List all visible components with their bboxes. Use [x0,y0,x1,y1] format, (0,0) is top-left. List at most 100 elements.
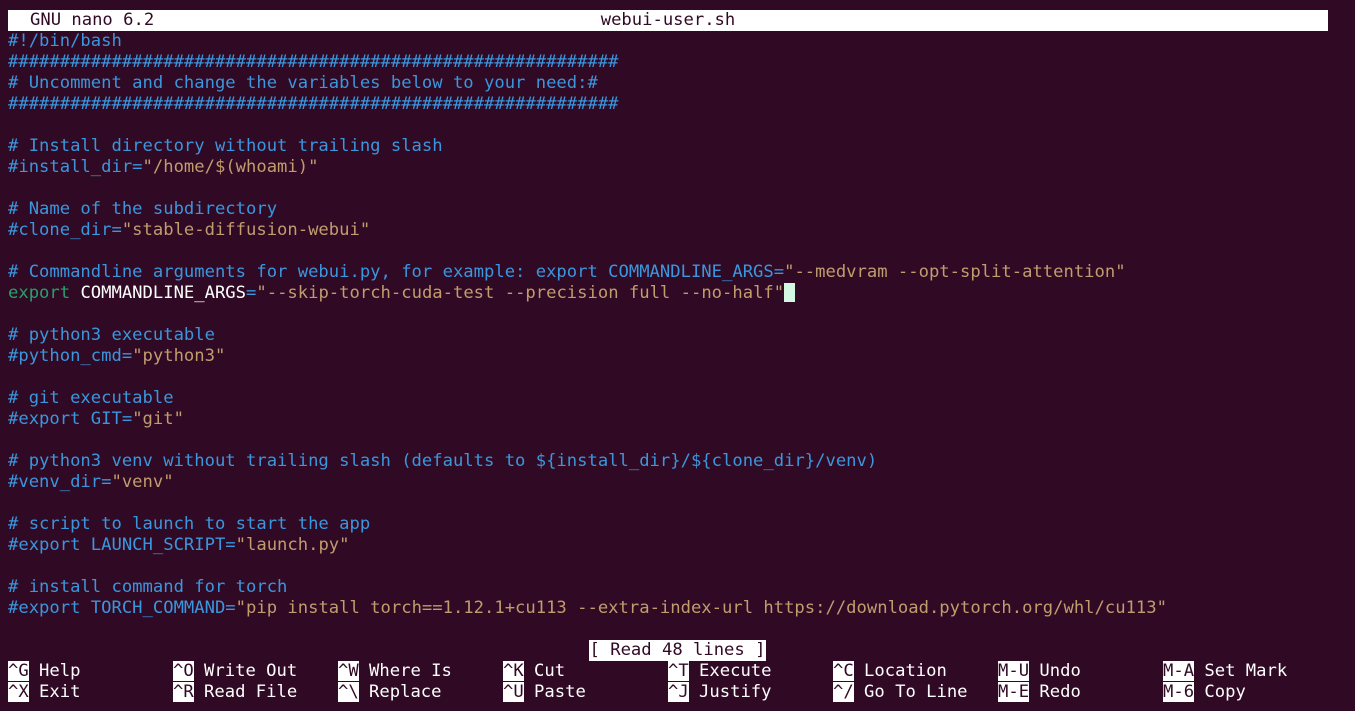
shortcut-cut[interactable]: ^K Cut [503,661,565,682]
code-token: "--skip-torch-cuda-test --precision full… [256,283,785,303]
shortcut-help[interactable]: ^G Help [8,661,80,682]
shortcut-paste[interactable]: ^U Paste [503,682,586,703]
shortcut-label: Copy [1194,682,1246,702]
shortcut-key: ^J [668,682,689,702]
code-token: #venv_dir= [8,472,112,492]
shortcut-key: ^X [8,682,29,702]
shortcut-label: Undo [1029,661,1081,681]
code-token: #install_dir= [8,157,143,177]
shortcut-label: Where Is [358,661,452,681]
code-line[interactable] [8,304,1167,325]
status-bar: [ Read 48 lines ] [0,640,1355,661]
code-token: # install command for torch [8,577,288,597]
code-token: "pip install torch==1.12.1+cu113 --extra… [235,598,1167,618]
code-line[interactable]: #clone_dir="stable-diffusion-webui" [8,220,1167,241]
code-token: # Commandline arguments for webui.py, fo… [8,262,785,282]
shortcut-key: ^T [668,661,689,681]
code-token: "--medvram --opt-split-attention" [784,262,1126,282]
code-token: # script to launch to start the app [8,514,371,534]
shortcut-key: ^W [338,661,359,681]
shortcut-execute[interactable]: ^T Execute [668,661,772,682]
code-line[interactable]: #export TORCH_COMMAND="pip install torch… [8,598,1167,619]
shortcut-key: ^\ [338,682,359,702]
code-token: "git" [132,409,184,429]
code-line[interactable]: #install_dir="/home/$(whoami)" [8,157,1167,178]
shortcut-key: ^U [503,682,524,702]
code-line[interactable]: # python3 executable [8,325,1167,346]
code-line[interactable]: export COMMANDLINE_ARGS="--skip-torch-cu… [8,283,1167,304]
code-token: #export LAUNCH_SCRIPT= [8,535,236,555]
shortcut-undo[interactable]: M-U Undo [998,661,1081,682]
code-token: # Uncomment and change the variables bel… [8,73,598,93]
code-token: #!/bin/bash [8,31,122,51]
code-line[interactable]: #export GIT="git" [8,409,1167,430]
code-token: # python3 executable [8,325,215,345]
code-line[interactable]: # Name of the subdirectory [8,199,1167,220]
code-line[interactable] [8,493,1167,514]
code-line[interactable]: ########################################… [8,94,1167,115]
shortcut-key: ^C [833,661,854,681]
code-line[interactable]: #export LAUNCH_SCRIPT="launch.py" [8,535,1167,556]
code-token: "python3" [132,346,226,366]
shortcut-label: Cut [523,661,566,681]
code-token: "launch.py" [235,535,350,555]
shortcut-key: ^K [503,661,524,681]
shortcut-key: M-E [998,682,1030,702]
shortcut-read-file[interactable]: ^R Read File [173,682,297,703]
shortcut-label: Go To Line [853,682,968,702]
file-name: webui-user.sh [600,10,736,30]
code-token: #export GIT= [8,409,133,429]
shortcut-set-mark[interactable]: M-A Set Mark [1163,661,1287,682]
code-line[interactable] [8,115,1167,136]
code-line[interactable]: # git executable [8,388,1167,409]
code-line[interactable] [8,241,1167,262]
shortcut-key: M-A [1163,661,1195,681]
code-line[interactable]: # Uncomment and change the variables bel… [8,73,1167,94]
code-line[interactable]: #python_cmd="python3" [8,346,1167,367]
code-token: export [8,283,71,303]
shortcut-key: M-6 [1163,682,1195,702]
shortcut-justify[interactable]: ^J Justify [668,682,772,703]
shortcut-key: ^R [173,682,194,702]
code-line[interactable]: # python3 venv without trailing slash (d… [8,451,1167,472]
shortcut-where-is[interactable]: ^W Where Is [338,661,452,682]
code-token: # git executable [8,388,174,408]
code-token: # Install directory without trailing sla… [8,136,443,156]
shortcut-write-out[interactable]: ^O Write Out [173,661,297,682]
code-line[interactable]: #!/bin/bash [8,31,1167,52]
status-message: [ Read 48 lines ] [588,640,767,661]
code-token: # Name of the subdirectory [8,199,278,219]
shortcut-replace[interactable]: ^\ Replace [338,682,442,703]
code-line[interactable]: #venv_dir="venv" [8,472,1167,493]
shortcut-redo[interactable]: M-E Redo [998,682,1081,703]
code-token: "stable-diffusion-webui" [121,220,371,240]
code-line[interactable]: ########################################… [8,52,1167,73]
code-line[interactable] [8,556,1167,577]
shortcut-label: Location [853,661,947,681]
title-bar: GNU nano 6.2 webui-user.sh [8,10,1328,31]
shortcut-location[interactable]: ^C Location [833,661,947,682]
code-line[interactable] [8,367,1167,388]
shortcut-key: ^/ [833,682,854,702]
shortcut-go-to-line[interactable]: ^/ Go To Line [833,682,968,703]
shortcut-copy[interactable]: M-6 Copy [1163,682,1246,703]
editor-text-area[interactable]: #!/bin/bash #############################… [8,31,1167,619]
code-line[interactable]: # Install directory without trailing sla… [8,136,1167,157]
shortcut-exit[interactable]: ^X Exit [8,682,80,703]
text-cursor [784,283,796,302]
code-line[interactable]: # Commandline arguments for webui.py, fo… [8,262,1167,283]
shortcut-label: Exit [28,682,81,702]
shortcut-label: Replace [358,682,442,702]
code-token: "venv" [111,472,174,492]
code-token: "/home/$(whoami)" [142,157,319,177]
code-line[interactable]: # script to launch to start the app [8,514,1167,535]
code-line[interactable] [8,178,1167,199]
code-token: ########################################… [8,94,619,114]
shortcut-key: ^O [173,661,194,681]
shortcut-label: Execute [688,661,772,681]
code-line[interactable] [8,430,1167,451]
code-token: # python3 venv without trailing slash (d… [8,451,878,471]
shortcut-key: ^G [8,661,29,681]
shortcut-label: Write Out [193,661,298,681]
code-line[interactable]: # install command for torch [8,577,1167,598]
